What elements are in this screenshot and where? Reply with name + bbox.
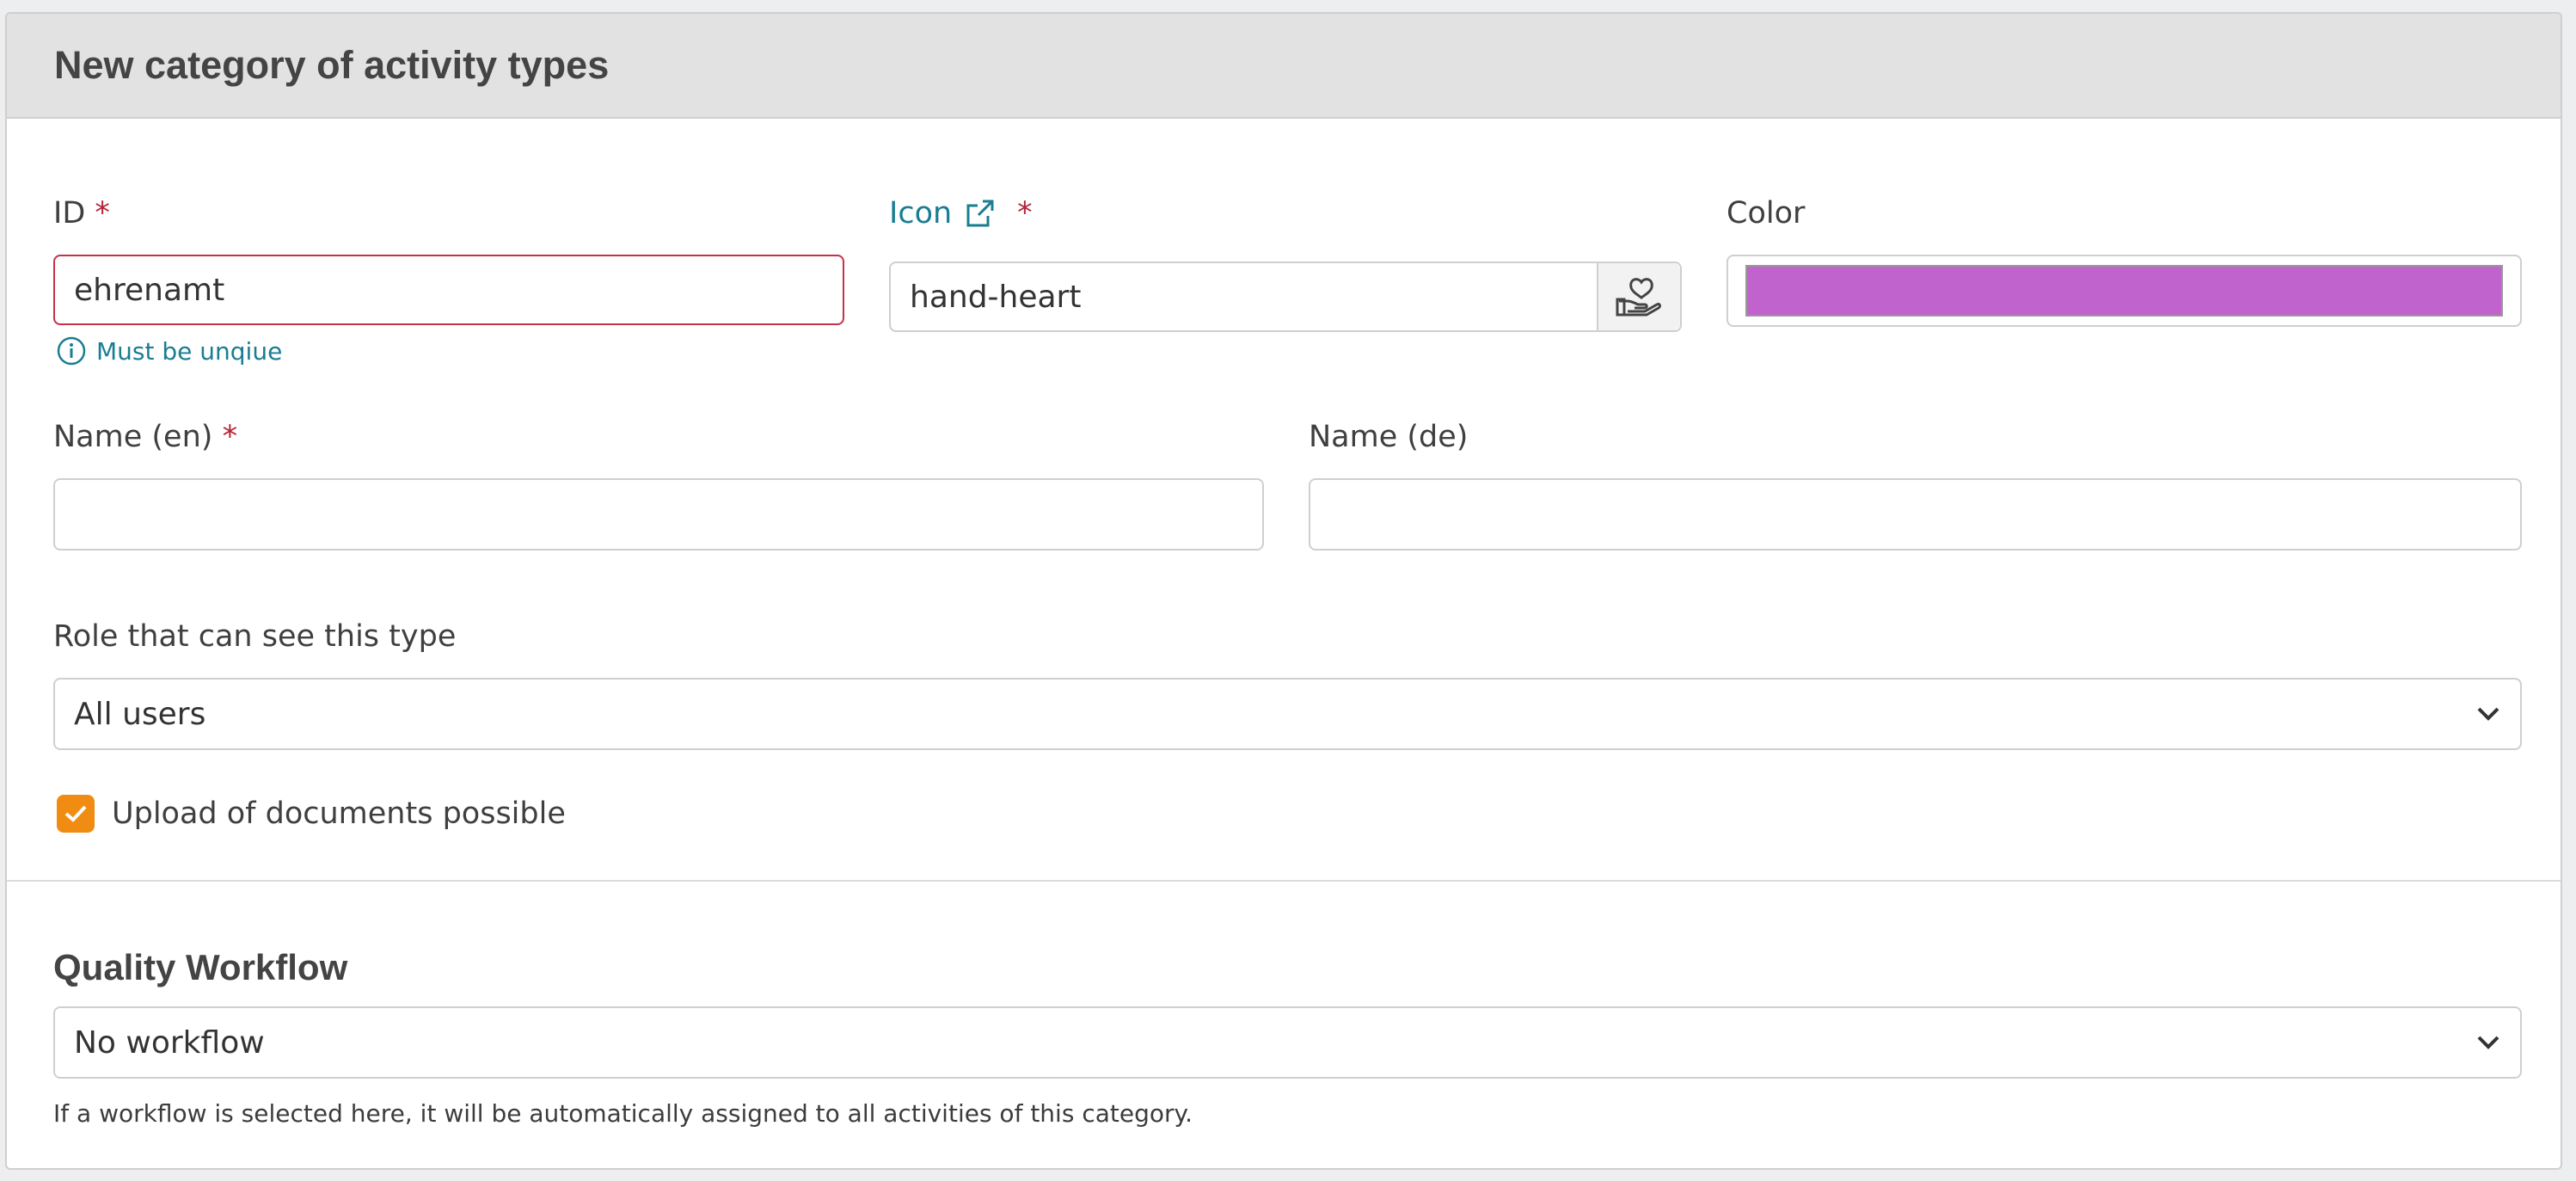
- upload-checkbox[interactable]: [57, 795, 95, 833]
- workflow-hint: If a workflow is selected here, it will …: [53, 1099, 1193, 1128]
- workflow-title: Quality Workflow: [53, 947, 348, 987]
- icon-preview-button[interactable]: [1597, 263, 1680, 330]
- id-input[interactable]: ehrenamt: [53, 255, 844, 325]
- section-divider: [7, 880, 2561, 882]
- upload-checkbox-row[interactable]: Upload of documents possible: [57, 795, 566, 833]
- color-label: Color: [1727, 196, 1806, 231]
- icon-input[interactable]: hand-heart: [891, 280, 1597, 315]
- upload-label: Upload of documents possible: [112, 797, 566, 831]
- name-de-input[interactable]: [1309, 478, 2522, 551]
- role-label: Role that can see this type: [53, 619, 457, 654]
- name-en-label-row: Name (en) *: [53, 420, 237, 454]
- id-helper: Must be unqiue: [57, 335, 282, 367]
- icon-required-mark: *: [1017, 196, 1033, 231]
- icon-input-value: hand-heart: [910, 279, 1082, 315]
- chevron-down-icon: [2477, 707, 2499, 721]
- role-select[interactable]: All users: [53, 678, 2522, 750]
- icon-label-link[interactable]: Icon: [889, 196, 952, 231]
- color-input[interactable]: [1727, 255, 2522, 327]
- icon-input-group: hand-heart: [889, 261, 1682, 332]
- id-input-value: ehrenamt: [74, 272, 225, 308]
- role-selected: All users: [74, 696, 206, 732]
- external-link-icon[interactable]: [964, 197, 997, 230]
- hand-heart-icon: [1616, 278, 1661, 317]
- icon-label-row: Icon *: [889, 196, 1033, 231]
- workflow-select[interactable]: No workflow: [53, 1006, 2522, 1079]
- workflow-selected: No workflow: [74, 1024, 265, 1061]
- name-de-label: Name (de): [1309, 420, 1469, 454]
- info-icon: [57, 336, 86, 366]
- color-swatch: [1745, 265, 2503, 317]
- name-en-required-mark: *: [222, 420, 238, 454]
- id-label: ID: [53, 196, 86, 231]
- checkmark-icon: [64, 805, 87, 822]
- form-card: New category of activity types ID * ehre…: [5, 12, 2562, 1170]
- name-en-input[interactable]: [53, 478, 1264, 551]
- id-label-row: ID *: [53, 196, 110, 231]
- id-required-mark: *: [95, 196, 110, 231]
- card-header: New category of activity types: [7, 14, 2561, 119]
- name-en-label: Name (en): [53, 420, 213, 454]
- chevron-down-icon: [2477, 1036, 2499, 1049]
- page-title: New category of activity types: [54, 43, 610, 87]
- id-helper-text: Must be unqiue: [96, 336, 283, 366]
